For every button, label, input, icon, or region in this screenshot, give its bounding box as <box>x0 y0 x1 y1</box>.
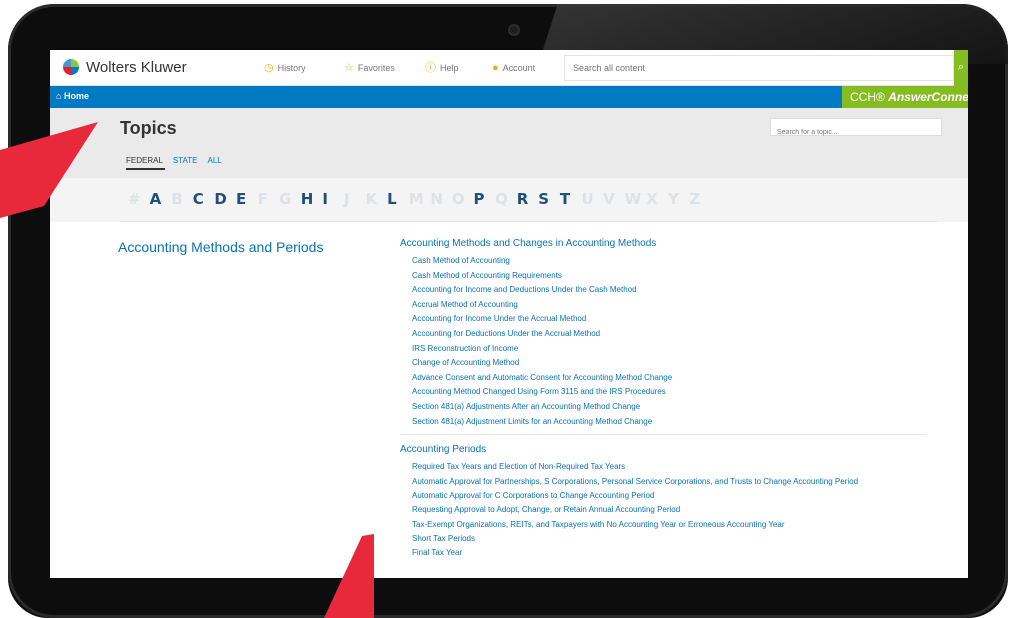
topic-link[interactable]: Section 481(a) Adjustment Limits for an … <box>400 415 672 430</box>
letter-filter-hash: # <box>128 190 141 208</box>
home-link[interactable]: ⌂ Home <box>56 91 89 101</box>
global-search-box <box>564 55 954 81</box>
letter-filter-j: J <box>343 190 350 208</box>
product-name: AnswerConnect <box>888 90 968 104</box>
account-icon: ● <box>492 62 499 74</box>
letter-filter-i[interactable]: I <box>322 190 344 208</box>
letter-filter-v: V <box>603 190 615 208</box>
topic-link[interactable]: Change of Accounting Method <box>400 356 672 371</box>
topic-link[interactable]: Automatic Approval for C Corporations to… <box>400 489 880 504</box>
letter-filter-d[interactable]: D <box>214 190 236 208</box>
star-icon: ☆ <box>344 62 354 74</box>
tab-federal[interactable]: FEDERAL <box>126 156 165 170</box>
topic-link[interactable]: Cash Method of Accounting Requirements <box>400 269 672 284</box>
jurisdiction-tabs: FEDERAL STATE ALL <box>126 156 224 170</box>
letter-filter-n: N <box>430 190 443 208</box>
top-bar: Wolters Kluwer ◷ History ☆ Favorites ⓘ H… <box>50 50 968 86</box>
nav-history-label: History <box>277 63 306 73</box>
letter-filter-b: B <box>171 190 183 208</box>
topic-link[interactable]: Advance Consent and Automatic Consent fo… <box>400 371 672 386</box>
topic-link[interactable]: Accounting for Income and Deductions Und… <box>400 283 672 298</box>
help-icon: ⓘ <box>425 62 436 74</box>
nav-help-label: Help <box>440 63 459 73</box>
topic-search-box <box>770 118 942 141</box>
topic-link[interactable]: Cash Method of Accounting <box>400 254 672 269</box>
letter-filter-o: O <box>451 190 465 208</box>
letter-filter-x: X <box>646 190 658 208</box>
blue-nav-bar: ⌂ Home CCH® AnswerConnect <box>50 86 968 108</box>
search-button[interactable]: ⌕ <box>954 50 968 86</box>
topic-link[interactable]: Accounting for Deductions Under the Accr… <box>400 327 672 342</box>
home-label: Home <box>63 91 89 101</box>
topic-link[interactable]: Final Tax Year <box>400 546 880 561</box>
letter-filter-t[interactable]: T <box>560 190 582 208</box>
letter-filter-f: F <box>257 190 268 208</box>
topic-link[interactable]: Short Tax Periods <box>400 532 880 547</box>
letter-filter-m: M <box>408 190 424 208</box>
camera-icon <box>508 24 520 36</box>
topic-group-periods: Accounting Periods Required Tax Years an… <box>400 444 880 561</box>
letter-filter-e[interactable]: E <box>236 190 258 208</box>
letter-filter-u: U <box>581 190 594 208</box>
topic-link[interactable]: Accrual Method of Accounting <box>400 298 672 313</box>
letter-filter-w: W <box>624 190 642 208</box>
tablet-frame: Wolters Kluwer ◷ History ☆ Favorites ⓘ H… <box>8 4 1008 618</box>
topic-group-methods: Accounting Methods and Changes in Accoun… <box>400 238 672 429</box>
product-prefix: CCH® <box>850 90 885 104</box>
topic-link[interactable]: Section 481(a) Adjustments After an Acco… <box>400 400 672 415</box>
home-icon: ⌂ <box>56 91 62 101</box>
nav-account[interactable]: ● Account <box>492 62 536 74</box>
topic-link[interactable]: Automatic Approval for Partnerships, S C… <box>400 475 880 489</box>
group-title[interactable]: Accounting Methods and Changes in Accoun… <box>400 238 672 249</box>
topic-search-input[interactable] <box>771 124 941 141</box>
tab-all[interactable]: ALL <box>208 156 224 170</box>
nav-favorites[interactable]: ☆ Favorites <box>344 62 395 74</box>
group-title[interactable]: Accounting Periods <box>400 444 880 455</box>
tab-state[interactable]: STATE <box>173 156 200 170</box>
letter-filter-h[interactable]: H <box>301 190 323 208</box>
topic-link[interactable]: Tax-Exempt Organizations, REITs, and Tax… <box>400 518 880 532</box>
page-title: Topics <box>120 118 177 138</box>
product-brand: CCH® AnswerConnect <box>842 86 968 108</box>
nav-account-label: Account <box>502 63 536 73</box>
topic-link[interactable]: Accounting for Income Under the Accrual … <box>400 312 672 327</box>
letter-filter-g: G <box>279 190 292 208</box>
globe-logo-icon <box>62 58 80 76</box>
history-icon: ◷ <box>264 62 274 74</box>
letter-filter-y: Y <box>667 190 679 208</box>
letter-filter-c[interactable]: C <box>193 190 215 208</box>
letter-filter-a[interactable]: A <box>150 190 172 208</box>
letter-filter-l[interactable]: L <box>387 190 409 208</box>
letter-filter-p[interactable]: P <box>474 190 496 208</box>
group-separator <box>400 434 926 435</box>
letter-filter-k: K <box>365 190 378 208</box>
topic-content: Accounting Methods and Periods Accountin… <box>50 222 968 578</box>
letter-filter-q: Q <box>495 190 508 208</box>
topic-link[interactable]: Required Tax Years and Election of Non-R… <box>400 460 880 475</box>
logo-text: Wolters Kluwer <box>86 58 187 76</box>
search-icon: ⌕ <box>957 60 965 73</box>
letter-filter-r[interactable]: R <box>517 190 539 208</box>
nav-help[interactable]: ⓘ Help <box>425 62 459 74</box>
topic-link[interactable]: Accounting Method Changed Using Form 311… <box>400 385 672 400</box>
letter-filter-s[interactable]: S <box>538 190 560 208</box>
browser-screen: Wolters Kluwer ◷ History ☆ Favorites ⓘ H… <box>50 50 968 578</box>
section-heading[interactable]: Accounting Methods and Periods <box>118 239 323 255</box>
nav-favorites-label: Favorites <box>357 63 395 73</box>
wolters-kluwer-logo[interactable]: Wolters Kluwer <box>62 58 187 76</box>
letter-filter-z: Z <box>689 190 701 208</box>
alphabet-filter: # A B C D E F G H I J K L M N O P Q R S T U V W X Y Z <box>128 190 711 208</box>
topic-link[interactable]: Requesting Approval to Adopt, Change, or… <box>400 503 880 518</box>
global-search-input[interactable] <box>565 56 953 80</box>
topic-link[interactable]: IRS Reconstruction of Income <box>400 342 672 357</box>
topics-header: Topics FEDERAL STATE ALL <box>50 108 968 178</box>
nav-history[interactable]: ◷ History <box>264 62 306 74</box>
